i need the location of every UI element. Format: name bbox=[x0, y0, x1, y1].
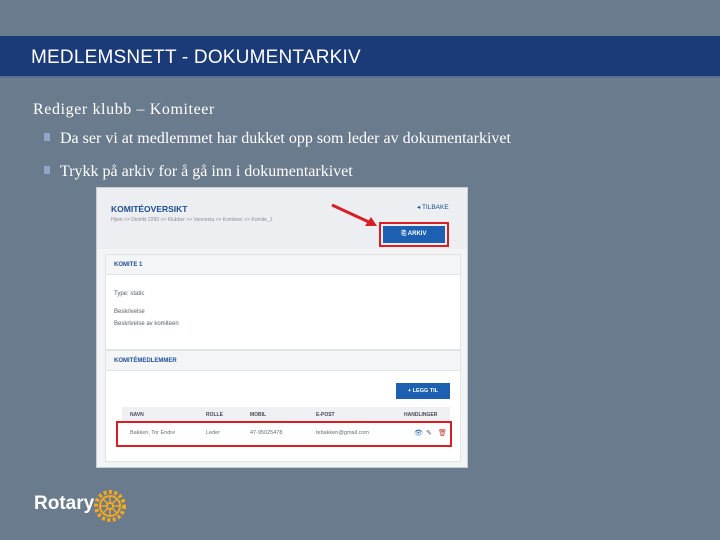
cell-navn: Bakken, Tor Endre bbox=[130, 430, 176, 436]
bullet-text: Trykk på arkiv for å gå inn i dokumentar… bbox=[60, 163, 353, 180]
column-header-mobil: MOBIL bbox=[250, 412, 267, 418]
delete-icon[interactable]: 🗑 bbox=[438, 429, 447, 437]
arkiv-button-label: ARKIV bbox=[407, 231, 427, 237]
cell-rolle: Leder bbox=[206, 430, 221, 436]
members-panel: KOMITÉMEDLEMMER + LEGG TIL NAVN ROLLE MO… bbox=[105, 350, 461, 462]
bullet-marker bbox=[44, 166, 50, 174]
table-header: NAVN ROLLE MOBIL E-POST HANDLINGER bbox=[122, 407, 450, 421]
embedded-screenshot: KOMITÉOVERSIKT Hjem >> Distrikt 2290 >> … bbox=[96, 187, 468, 468]
red-arrow-icon bbox=[331, 203, 377, 226]
column-header-navn: NAVN bbox=[130, 412, 144, 418]
column-header-rolle: ROLLE bbox=[206, 412, 223, 418]
view-icon[interactable]: 👁 bbox=[414, 429, 423, 437]
committee-type: Type: static bbox=[114, 291, 145, 297]
committee-description-label: Beskrivelse bbox=[114, 309, 145, 315]
table-row: Bakken, Tor Endre Leder 47-95025478 teba… bbox=[122, 427, 450, 441]
column-header-epost: E-POST bbox=[316, 412, 335, 418]
breadcrumb: Hjem >> Distrikt 2290 >> Klubber >> Venn… bbox=[111, 217, 273, 223]
slide-title-bar: MEDLEMSNETT - DOKUMENTARKIV bbox=[0, 36, 720, 78]
committee-panel: KOMITE 1 Type: static Beskrivelse Beskri… bbox=[105, 254, 461, 350]
page-title: KOMITÉOVERSIKT bbox=[111, 204, 188, 214]
rotary-logo-text: Rotary bbox=[34, 493, 95, 514]
members-panel-header: KOMITÉMEDLEMMER bbox=[106, 351, 460, 371]
add-member-button[interactable]: + LEGG TIL bbox=[396, 383, 450, 399]
slide-title: MEDLEMSNETT - DOKUMENTARKIV bbox=[31, 47, 361, 68]
bullet-marker bbox=[44, 133, 50, 141]
column-header-handlinger: HANDLINGER bbox=[404, 412, 438, 418]
cell-epost: tebakken@gmail.com bbox=[316, 430, 369, 436]
committee-panel-header: KOMITE 1 bbox=[106, 255, 460, 275]
back-link[interactable]: ◂ TILBAKE bbox=[417, 203, 449, 211]
arkiv-button[interactable]: ⎘ ARKIV bbox=[383, 226, 445, 243]
slide-subtitle: Rediger klubb – Komiteer bbox=[33, 101, 215, 118]
cell-mobil: 47-95025478 bbox=[250, 430, 283, 436]
rotary-wheel-icon bbox=[94, 490, 126, 522]
members-heading: KOMITÉMEDLEMMER bbox=[114, 358, 177, 364]
committee-heading: KOMITE 1 bbox=[114, 262, 143, 268]
edit-icon[interactable]: ✎ bbox=[426, 429, 432, 437]
committee-description: Beskrivelse av komiteen bbox=[114, 321, 179, 327]
bullet-text: Da ser vi at medlemmet har dukket opp so… bbox=[60, 130, 511, 147]
rotary-logo: Rotary bbox=[34, 488, 144, 524]
